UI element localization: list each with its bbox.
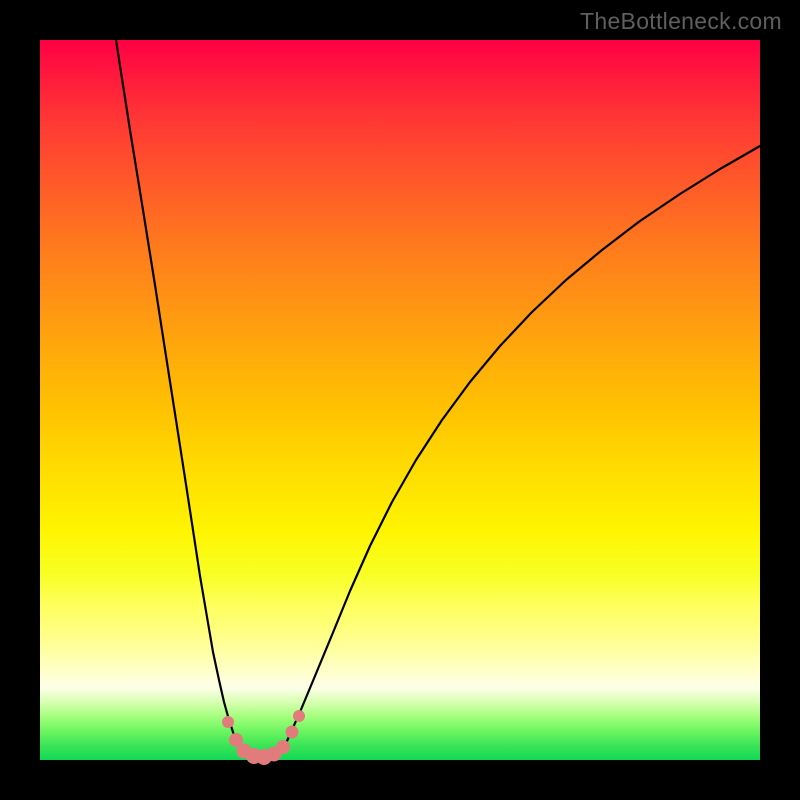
basin-dot — [286, 726, 299, 739]
basin-dots — [222, 710, 305, 765]
plot-area — [40, 40, 760, 760]
basin-dot — [276, 740, 290, 754]
basin-dot — [222, 716, 234, 728]
watermark-text: TheBottleneck.com — [580, 8, 782, 35]
bottleneck-curve — [116, 40, 760, 757]
chart-container: TheBottleneck.com — [0, 0, 800, 800]
basin-dot — [293, 710, 305, 722]
curve-svg — [40, 40, 760, 760]
